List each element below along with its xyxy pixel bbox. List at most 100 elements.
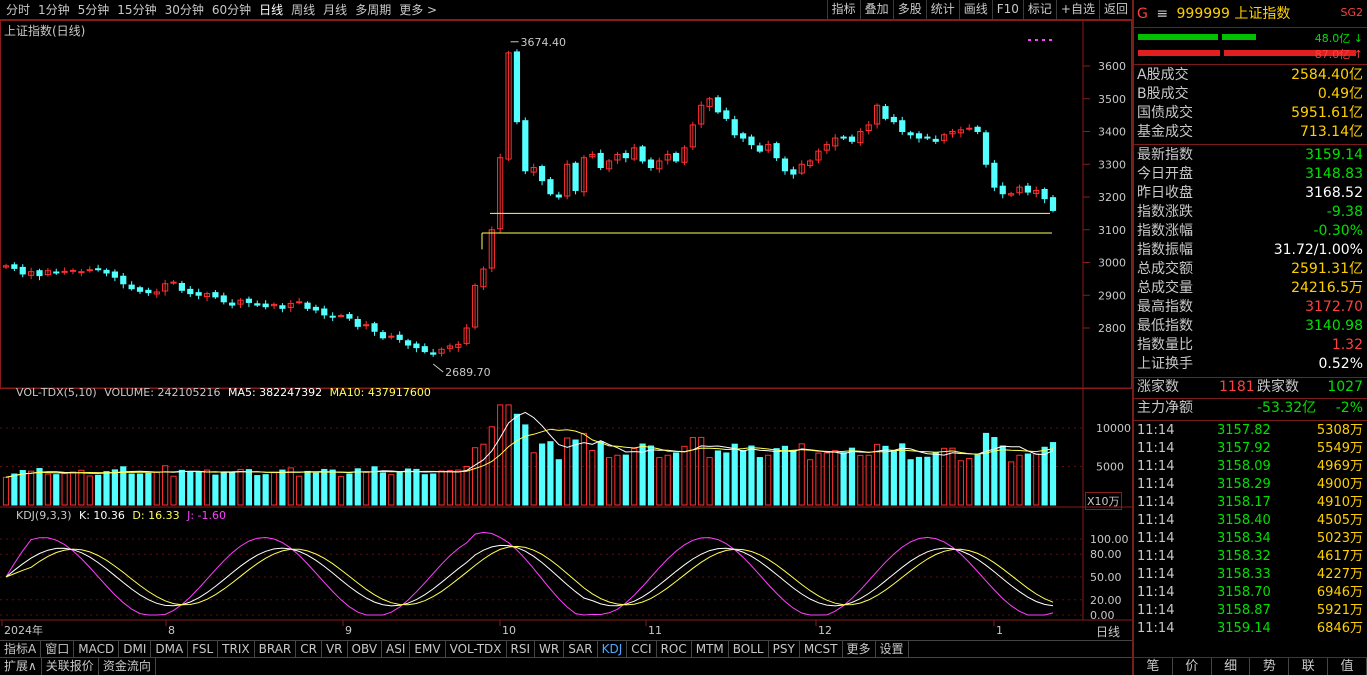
period-tabs: 分时 1分钟 5分钟 15分钟 30分钟 60分钟 日线 周线 月线 多周期 更多 >: [2, 2, 441, 18]
candle-body: [337, 315, 345, 318]
period-tab[interactable]: 多周期: [351, 2, 395, 18]
period-tab[interactable]: 5分钟: [74, 2, 114, 18]
indicator-tab[interactable]: CR: [296, 641, 322, 657]
indicator-tab[interactable]: TRIX: [218, 641, 255, 657]
volume-bar: [1041, 446, 1048, 506]
candle-body: [61, 270, 68, 273]
volume-bar: [212, 474, 219, 506]
indicator-tab[interactable]: CCI: [627, 641, 657, 657]
stat-label: 最新指数: [1137, 147, 1193, 163]
indicator-tab[interactable]: OBV: [348, 641, 383, 657]
volume-bar: [957, 460, 964, 506]
volume-bar: [572, 439, 579, 506]
extension-tab[interactable]: 关联报价: [42, 658, 99, 675]
indicator-tab[interactable]: 指标A: [0, 641, 42, 657]
indicator-tab[interactable]: 窗口: [41, 641, 75, 657]
indicator-tab[interactable]: ASI: [382, 641, 411, 657]
panel-tab[interactable]: 细: [1212, 658, 1251, 675]
tool-button[interactable]: 标记: [1022, 0, 1056, 19]
indicator-tab[interactable]: 更多: [843, 641, 876, 657]
extension-tab[interactable]: 资金流向: [99, 658, 156, 675]
tool-button[interactable]: 多股: [892, 0, 926, 19]
buy-bar-2: [1222, 34, 1256, 40]
date-axis-label: 12: [818, 624, 832, 637]
tool-button[interactable]: 指标: [826, 0, 860, 19]
tick-price: 3158.34: [1217, 531, 1271, 546]
volume-bar: [706, 457, 713, 506]
tool-button[interactable]: +自选: [1055, 0, 1099, 19]
period-tab[interactable]: 月线: [319, 2, 351, 18]
tool-button[interactable]: 返回: [1098, 0, 1132, 19]
volume-bar: [446, 470, 454, 506]
chart-area[interactable]: 3600 3500 3400 3300 3200 3100 3000 2900 2800 1000…: [0, 20, 1132, 656]
indicator-tab[interactable]: DMI: [119, 641, 152, 657]
indicator-tab[interactable]: VR: [322, 641, 348, 657]
volume-bar: [848, 447, 856, 506]
indicator-tab[interactable]: 设置: [876, 641, 909, 657]
period-tab[interactable]: 分时: [2, 2, 34, 18]
candle-body: [622, 152, 629, 159]
period-tab[interactable]: 60分钟: [208, 2, 255, 18]
extension-tab[interactable]: 扩展∧: [0, 658, 42, 675]
candle-body: [111, 271, 118, 278]
indicator-tab[interactable]: BRAR: [255, 641, 297, 657]
menu-icon[interactable]: ≡: [1156, 6, 1168, 22]
indicator-tab[interactable]: FSL: [188, 641, 219, 657]
tool-button[interactable]: 画线: [958, 0, 992, 19]
period-tab[interactable]: 1分钟: [34, 2, 74, 18]
tick-time: 11:14: [1137, 567, 1175, 582]
stat-row: 今日开盘 3148.83: [1137, 165, 1363, 184]
kdj-axis-label: 0.00: [1090, 609, 1115, 622]
candle-body: [53, 271, 60, 274]
panel-tab[interactable]: 联: [1289, 658, 1329, 675]
indicator-tab[interactable]: WR: [535, 641, 565, 657]
tool-button[interactable]: F10: [991, 0, 1023, 19]
indicator-tab[interactable]: MTM: [692, 641, 729, 657]
candle-body: [145, 289, 152, 294]
turnover-value: 0.49亿: [1317, 86, 1363, 102]
tick-price: 3158.33: [1217, 567, 1271, 582]
volume-bar: [756, 457, 763, 506]
indicator-tab[interactable]: MACD: [74, 641, 120, 657]
indicator-tab[interactable]: KDJ: [598, 641, 628, 657]
tool-button[interactable]: 叠加: [859, 0, 893, 19]
price-axis-label: 2900: [1098, 289, 1126, 302]
panel-tab[interactable]: 势: [1250, 658, 1290, 675]
indicator-tab[interactable]: EMV: [410, 641, 446, 657]
indicator-tab[interactable]: DMA: [151, 641, 189, 657]
price-axis-label: 3600: [1098, 60, 1126, 73]
tick-time: 11:14: [1137, 621, 1175, 636]
panel-tab[interactable]: 笔: [1134, 658, 1173, 675]
panel-tab[interactable]: 价: [1173, 658, 1212, 675]
kline-chart[interactable]: 3600 3500 3400 3300 3200 3100 3000 2900 2800 1000…: [0, 20, 1132, 640]
vol-header: VOL-TDX(5,10) VOLUME: 242105216 MA5: 382…: [16, 386, 431, 399]
volume-bar: [723, 452, 730, 506]
period-tab[interactable]: 更多 >: [395, 2, 441, 18]
kdj-name: KDJ(9,3,3): [16, 509, 72, 522]
period-tab[interactable]: 30分钟: [161, 2, 208, 18]
tool-button[interactable]: 统计: [925, 0, 959, 19]
indicator-tab[interactable]: SAR: [564, 641, 598, 657]
period-tab[interactable]: 周线: [287, 2, 319, 18]
period-tab[interactable]: 日线: [255, 2, 287, 18]
indicator-tab[interactable]: VOL-TDX: [446, 641, 507, 657]
candle-body: [639, 146, 646, 162]
volume-bar: [714, 450, 722, 506]
indicator-tab[interactable]: PSY: [769, 641, 800, 657]
indicator-tab[interactable]: MCST: [800, 641, 843, 657]
candle-body: [1049, 197, 1057, 211]
tick-time: 11:14: [1137, 603, 1175, 618]
candle-body: [781, 158, 789, 172]
top-toolbar: 分时 1分钟 5分钟 15分钟 30分钟 60分钟 日线 周线 月线 多周期 更多 > 指标 叠加 多股…: [0, 0, 1132, 20]
stat-value: 2591.31亿: [1291, 261, 1363, 277]
tick-row: 11:14 3158.29 4900万: [1137, 476, 1363, 494]
panel-tab[interactable]: 值: [1328, 658, 1367, 675]
indicator-tab[interactable]: ROC: [657, 641, 692, 657]
candle-body: [363, 324, 370, 327]
indicator-tab[interactable]: RSI: [507, 641, 536, 657]
period-tab[interactable]: 15分钟: [113, 2, 160, 18]
candle-body: [714, 97, 722, 113]
stat-value: 24216.5万: [1291, 280, 1363, 296]
indicator-tab[interactable]: BOLL: [729, 641, 769, 657]
candle-body: [882, 106, 889, 119]
